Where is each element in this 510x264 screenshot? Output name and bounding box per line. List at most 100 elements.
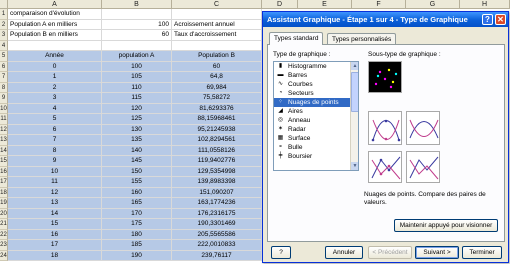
subtype-scatter-lines-markers[interactable] <box>368 151 402 183</box>
data-cell[interactable]: 175 <box>102 219 172 230</box>
subtype-scatter-markers[interactable] <box>368 61 402 93</box>
data-cell[interactable]: 222,0010833 <box>172 240 262 251</box>
row-header[interactable]: 17 <box>0 177 8 188</box>
data-cell[interactable]: 17 <box>8 240 102 251</box>
cancel-button[interactable]: Annuler <box>325 246 363 259</box>
tab-standard-types[interactable]: Types standard <box>269 32 324 45</box>
chart-type-scrollbar[interactable]: ▲ ▼ <box>350 62 358 170</box>
row-header[interactable]: 4 <box>0 40 8 51</box>
close-icon[interactable]: ✕ <box>495 14 506 25</box>
select-all-corner[interactable] <box>0 0 8 9</box>
data-cell[interactable]: 10 <box>8 166 102 177</box>
row-header[interactable]: 10 <box>0 103 8 114</box>
cell-value[interactable]: 60 <box>102 30 172 41</box>
column-header-d[interactable]: D <box>262 0 298 9</box>
data-cell[interactable]: 5 <box>8 114 102 125</box>
data-cell[interactable]: 4 <box>8 103 102 114</box>
chart-type-item[interactable]: ◢ Aires <box>274 107 358 116</box>
data-cell[interactable]: 165 <box>102 198 172 209</box>
sheet-cell[interactable] <box>172 9 262 20</box>
data-cell[interactable]: 8 <box>8 145 102 156</box>
column-header-b[interactable]: B <box>102 0 172 9</box>
data-cell[interactable]: 7 <box>8 135 102 146</box>
data-cell[interactable]: 102,8294561 <box>172 135 262 146</box>
data-cell[interactable]: 9 <box>8 156 102 167</box>
data-cell[interactable]: 205,5565586 <box>172 229 262 240</box>
row-header[interactable]: 3 <box>0 30 8 41</box>
data-cell[interactable]: 151,090207 <box>172 187 262 198</box>
data-cell[interactable]: 11 <box>8 177 102 188</box>
cell-label[interactable]: Taux d'accroissement <box>172 30 262 41</box>
data-cell[interactable]: 190,3301469 <box>172 219 262 230</box>
row-header[interactable]: 20 <box>0 208 8 219</box>
data-cell[interactable]: 140 <box>102 145 172 156</box>
data-cell[interactable]: 16 <box>8 229 102 240</box>
data-cell[interactable]: 3 <box>8 93 102 104</box>
data-cell[interactable]: 69,984 <box>172 82 262 93</box>
row-header[interactable]: 23 <box>0 240 8 251</box>
data-cell[interactable]: 75,58272 <box>172 93 262 104</box>
sheet-cell[interactable] <box>102 9 172 20</box>
column-header-g[interactable]: G <box>406 0 460 9</box>
row-header[interactable]: 5 <box>0 51 8 62</box>
sheet-cell[interactable] <box>102 40 172 51</box>
wizard-help-button[interactable]: ? <box>271 246 291 259</box>
data-cell[interactable]: 1 <box>8 72 102 83</box>
column-title[interactable]: population A <box>102 51 172 62</box>
data-cell[interactable]: 170 <box>102 208 172 219</box>
subtype-scatter-lines[interactable] <box>406 151 440 183</box>
cell-label[interactable]: Population A en milliers <box>8 19 102 30</box>
cell-label[interactable]: Population B en milliers <box>8 30 102 41</box>
chart-type-item[interactable]: ⁘ Nuages de points <box>274 98 358 107</box>
data-cell[interactable]: 160 <box>102 187 172 198</box>
row-header[interactable]: 21 <box>0 219 8 230</box>
row-header[interactable]: 2 <box>0 19 8 30</box>
chart-type-item[interactable]: ◔ Secteurs <box>274 89 358 98</box>
data-cell[interactable]: 111,0558126 <box>172 145 262 156</box>
data-cell[interactable]: 14 <box>8 208 102 219</box>
scroll-thumb[interactable] <box>351 72 358 112</box>
data-cell[interactable]: 239,76117 <box>172 250 262 261</box>
row-header[interactable]: 8 <box>0 82 8 93</box>
chart-type-item[interactable]: ∿ Courbes <box>274 80 358 89</box>
cell-value[interactable]: 100 <box>102 19 172 30</box>
chart-type-item[interactable]: ◎ Anneau <box>274 116 358 125</box>
data-cell[interactable]: 100 <box>102 61 172 72</box>
chart-type-item[interactable]: ▦ Surface <box>274 134 358 143</box>
row-header[interactable]: 9 <box>0 93 8 104</box>
row-header[interactable]: 12 <box>0 124 8 135</box>
data-cell[interactable]: 60 <box>172 61 262 72</box>
chart-type-item[interactable]: ⚬ Bulle <box>274 143 358 152</box>
row-header[interactable]: 15 <box>0 156 8 167</box>
column-header-a[interactable]: A <box>8 0 102 9</box>
data-cell[interactable]: 185 <box>102 240 172 251</box>
column-header-c[interactable]: C <box>172 0 262 9</box>
subtype-scatter-smooth[interactable] <box>406 111 440 145</box>
column-title[interactable]: Population B <box>172 51 262 62</box>
data-cell[interactable]: 115 <box>102 93 172 104</box>
next-button[interactable]: Suivant > <box>415 246 459 259</box>
column-header-f[interactable]: F <box>352 0 406 9</box>
data-cell[interactable]: 18 <box>8 250 102 261</box>
data-cell[interactable]: 180 <box>102 229 172 240</box>
chart-type-list[interactable]: ▮ Histogramme ▬ Barres ∿ Courbes ◔ Secteurs ⁘ Nua… <box>273 61 359 171</box>
row-header[interactable]: 6 <box>0 61 8 72</box>
scroll-down-icon[interactable]: ▼ <box>351 162 358 170</box>
data-cell[interactable]: 64,8 <box>172 72 262 83</box>
data-cell[interactable]: 13 <box>8 198 102 209</box>
finish-button[interactable]: Terminer <box>462 246 502 259</box>
row-header[interactable]: 1 <box>0 9 8 20</box>
cell-label[interactable]: Acroissement annuel <box>172 19 262 30</box>
subtype-scatter-smooth-markers[interactable] <box>368 111 402 145</box>
data-cell[interactable]: 176,2316175 <box>172 208 262 219</box>
data-cell[interactable]: 163,1774236 <box>172 198 262 209</box>
row-header[interactable]: 16 <box>0 166 8 177</box>
data-cell[interactable]: 130 <box>102 124 172 135</box>
row-header[interactable]: 18 <box>0 187 8 198</box>
data-cell[interactable]: 119,9402776 <box>172 156 262 167</box>
data-cell[interactable]: 81,6293376 <box>172 103 262 114</box>
data-cell[interactable]: 150 <box>102 166 172 177</box>
row-header[interactable]: 7 <box>0 72 8 83</box>
data-cell[interactable]: 105 <box>102 72 172 83</box>
dialog-titlebar[interactable]: Assistant Graphique - Étape 1 sur 4 - Ty… <box>263 12 508 27</box>
